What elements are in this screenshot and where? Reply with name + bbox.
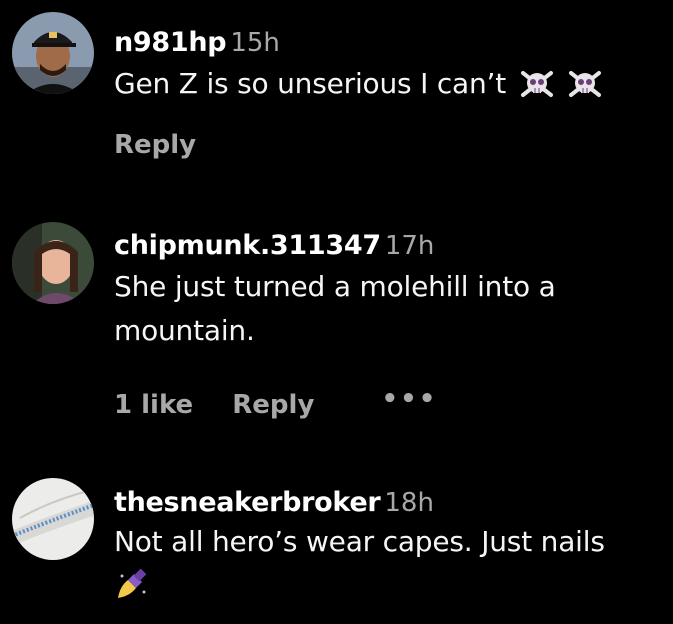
like-count[interactable]: 1 like xyxy=(114,390,193,420)
comment-text: Gen Z is so unserious I can’t xyxy=(114,62,663,112)
username[interactable]: chipmunk.311347 xyxy=(114,230,381,261)
skull-and-crossbones-icon xyxy=(567,68,603,112)
comment-text-line: mountain. xyxy=(114,314,255,347)
avatar[interactable] xyxy=(12,12,94,94)
username[interactable]: thesneakerbroker xyxy=(114,487,381,518)
comment-text: She just turned a molehill into a mounta… xyxy=(114,265,663,353)
timestamp: 17h xyxy=(384,231,435,261)
avatar[interactable] xyxy=(12,478,94,560)
nail-polish-icon xyxy=(114,568,150,615)
avatar[interactable] xyxy=(12,222,94,304)
more-options-icon[interactable]: ••• xyxy=(381,384,437,414)
comment-actions: 1 like Reply ••• xyxy=(114,384,437,420)
skull-and-crossbones-icon xyxy=(519,68,555,112)
comment-text-body: Not all hero’s wear capes. Just nails xyxy=(114,525,605,558)
comment-text-body: Gen Z is so unserious I can’t xyxy=(114,67,507,100)
reply-button[interactable]: Reply xyxy=(232,390,314,420)
timestamp: 15h xyxy=(230,28,280,58)
comment-text: Not all hero’s wear capes. Just nails xyxy=(114,520,663,608)
timestamp: 18h xyxy=(384,488,434,518)
username[interactable]: n981hp xyxy=(114,27,227,58)
comment-actions: Reply xyxy=(114,130,196,160)
reply-button[interactable]: Reply xyxy=(114,130,196,160)
comment-text-line: She just turned a molehill into a xyxy=(114,270,556,303)
